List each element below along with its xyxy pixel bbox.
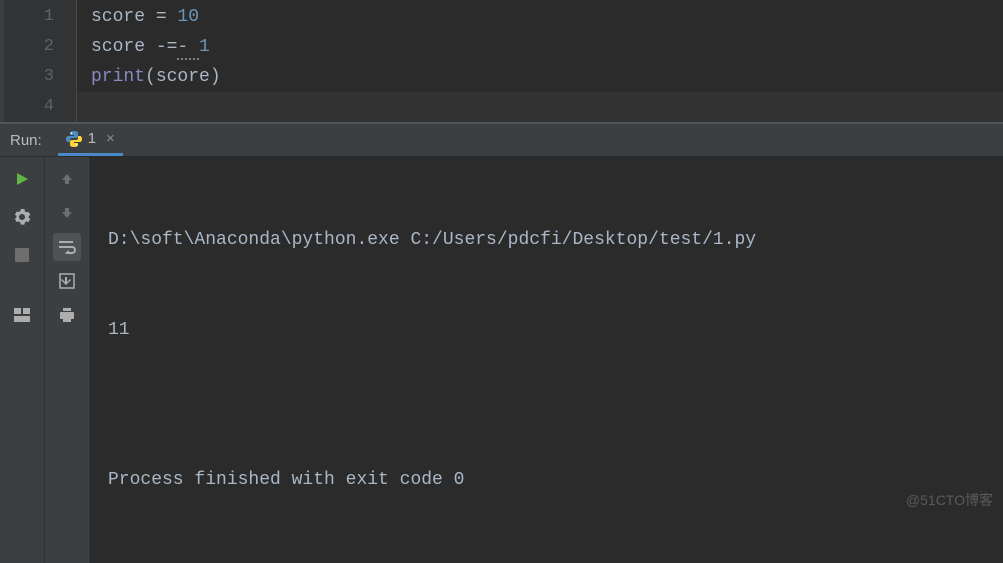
console-output[interactable]: D:\soft\Anaconda\python.exe C:/Users/pdc…: [90, 157, 1003, 563]
python-icon: [66, 131, 82, 147]
run-tool-column-left: [0, 157, 45, 563]
code-line[interactable]: score = 10: [91, 2, 1003, 32]
line-number: 2: [5, 32, 76, 62]
layout-button[interactable]: [8, 301, 36, 329]
run-tab[interactable]: 1 ×: [58, 124, 123, 156]
stop-button[interactable]: [8, 241, 36, 269]
scroll-to-end-button[interactable]: [53, 267, 81, 295]
console-line: Process finished with exit code 0: [108, 465, 985, 495]
console-line: 11: [108, 315, 985, 345]
console-line: D:\soft\Anaconda\python.exe C:/Users/pdc…: [108, 225, 985, 255]
down-arrow-button[interactable]: [53, 199, 81, 227]
code-line[interactable]: [77, 92, 1003, 122]
editor-area: 1234 score = 10score -=- 1print(score): [0, 0, 1003, 122]
code-line[interactable]: score -=- 1: [91, 32, 1003, 62]
run-tab-label: 1: [88, 130, 96, 147]
run-tool-column-right: [45, 157, 90, 563]
rerun-button[interactable]: [8, 165, 36, 193]
run-label: Run:: [10, 132, 42, 149]
up-arrow-button[interactable]: [53, 165, 81, 193]
run-panel: Run: 1 ×: [0, 122, 1003, 563]
settings-button[interactable]: [8, 203, 36, 231]
line-number: 1: [5, 2, 76, 32]
run-body: D:\soft\Anaconda\python.exe C:/Users/pdc…: [0, 157, 1003, 563]
gutter: 1234: [5, 0, 77, 122]
print-button[interactable]: [53, 301, 81, 329]
code-area[interactable]: score = 10score -=- 1print(score): [77, 0, 1003, 122]
close-icon[interactable]: ×: [106, 130, 115, 147]
run-tool-header: Run: 1 ×: [0, 123, 1003, 157]
soft-wrap-button[interactable]: [53, 233, 81, 261]
code-line[interactable]: print(score): [91, 62, 1003, 92]
watermark: @51CTO博客: [906, 490, 993, 510]
line-number: 4: [5, 92, 76, 122]
line-number: 3: [5, 62, 76, 92]
